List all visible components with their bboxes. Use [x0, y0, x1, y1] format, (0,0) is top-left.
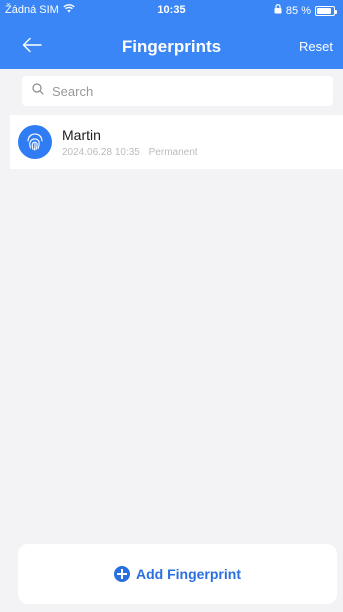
add-fingerprint-button[interactable]: Add Fingerprint: [18, 544, 337, 604]
reset-button[interactable]: Reset: [299, 39, 333, 54]
search-icon: [32, 82, 44, 100]
lock-rotation-icon: [274, 4, 282, 17]
nav-bar: Fingerprints Reset: [0, 26, 343, 66]
fingerprint-name: Martin: [62, 126, 101, 143]
page-title: Fingerprints: [121, 37, 222, 56]
fingerprint-icon: [18, 125, 52, 159]
fingerprint-meta: 2024.06.28 10:35 Permanent: [62, 147, 198, 158]
add-fingerprint-label: Add Fingerprint: [136, 566, 241, 582]
status-right: 85 %: [274, 4, 337, 17]
battery-icon: [315, 5, 337, 16]
search-bar[interactable]: [22, 76, 333, 106]
fingerprint-date: 2024.06.28 10:35: [62, 146, 140, 158]
fingerprint-text: Martin 2024.06.28 10:35 Permanent: [62, 127, 198, 158]
search-input[interactable]: [52, 83, 322, 99]
battery-percent: 85 %: [285, 4, 311, 17]
plus-circle-icon: [114, 566, 130, 582]
status-bar: Žádná SIM 10:35 85 %: [0, 0, 343, 20]
fingerprint-list-item[interactable]: Martin 2024.06.28 10:35 Permanent: [10, 115, 343, 169]
footer: Add Fingerprint: [0, 540, 343, 612]
fingerprint-validity: Permanent: [148, 146, 198, 158]
header: Žádná SIM 10:35 85 % Fingerprints Reset: [0, 0, 343, 69]
